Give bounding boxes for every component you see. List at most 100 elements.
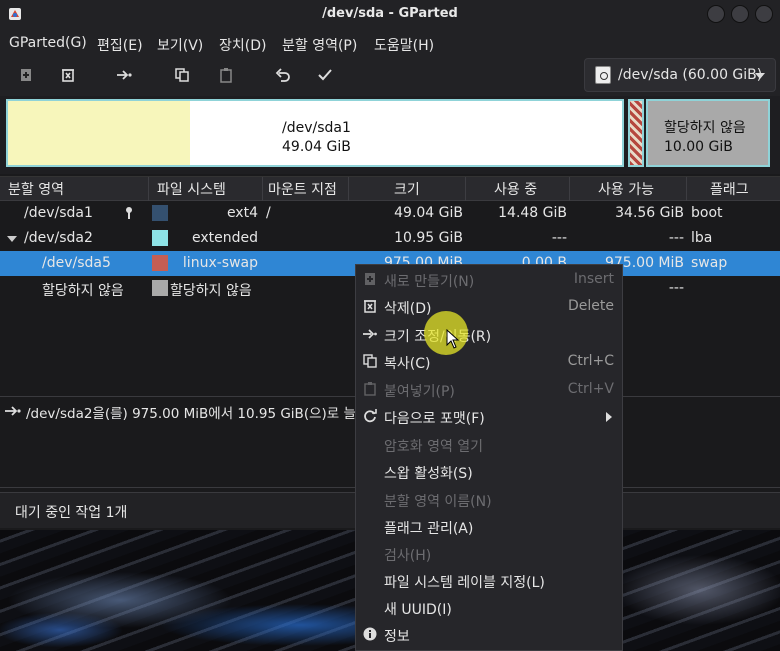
new-partition-button[interactable] (16, 65, 36, 85)
new-icon (21, 69, 31, 81)
checkmark-icon (318, 69, 332, 81)
table-row[interactable]: /dev/sda2 extended 10.95 GiB --- --- lba (0, 226, 780, 251)
format-icon (364, 409, 377, 423)
paste-icon (364, 382, 376, 396)
cell-filesystem: 할당하지 않음 (170, 283, 252, 299)
cell-used: --- (551, 230, 567, 246)
diskmap-unallocated-name: 할당하지 않음 (664, 120, 746, 136)
table-header: 분할 영역 파일 시스템 마운트 지점 크기 사용 중 사용 가능 플래그 (0, 177, 780, 201)
delete-partition-button[interactable] (58, 65, 78, 85)
chevron-right-icon (606, 412, 612, 422)
menu-edit[interactable]: 편집(E) (97, 35, 143, 55)
partition-context-menu: 새로 만들기(N) Insert 삭제(D) Delete 크기 조정/이동(R… (355, 264, 623, 651)
cell-partition: /dev/sda2 (24, 230, 93, 246)
delete-icon (364, 300, 376, 313)
cell-filesystem: extended (191, 230, 258, 246)
device-selector-label: /dev/sda (60.00 GiB) (618, 67, 763, 83)
menu-help[interactable]: 도움말(H) (374, 35, 434, 55)
column-header-available[interactable]: 사용 가능 (598, 179, 654, 199)
column-header-mountpoint[interactable]: 마운트 지점 (268, 179, 337, 199)
cell-flags: boot (691, 205, 723, 221)
copy-icon (175, 68, 189, 82)
filesystem-color-swatch (152, 230, 168, 246)
menu-gparted[interactable]: GParted(G) (9, 35, 87, 51)
menu-item-format-to[interactable]: 다음으로 포맷(F) (356, 403, 622, 430)
diskmap-partition-sda1[interactable]: /dev/sda1 49.04 GiB (6, 99, 624, 167)
menu-device[interactable]: 장치(D) (219, 35, 266, 55)
paste-button[interactable] (216, 65, 236, 85)
table-row[interactable]: /dev/sda1 ext4 / 49.04 GiB 14.48 GiB 34.… (0, 201, 780, 226)
menu-bar: GParted(G) 편집(E) 보기(V) 장치(D) 분할 영역(P) 도움… (0, 30, 780, 56)
undo-icon (275, 68, 290, 82)
menu-item-resize-move[interactable]: 크기 조정/이동(R) (356, 321, 622, 348)
cell-size: 49.04 GiB (394, 205, 463, 221)
cell-size: 10.95 GiB (394, 230, 463, 246)
column-header-size[interactable]: 크기 (394, 179, 420, 199)
diskmap-unallocated[interactable]: 할당하지 않음 10.00 GiB (646, 99, 770, 167)
cell-available: --- (668, 280, 684, 296)
diskmap-partition-name: /dev/sda1 (282, 120, 351, 136)
menu-item-label-filesystem[interactable]: 파일 시스템 레이블 지정(L) (356, 567, 622, 594)
device-selector[interactable]: /dev/sda (60.00 GiB) (584, 58, 776, 92)
chevron-down-icon (755, 73, 765, 79)
menu-item-information[interactable]: 정보 (356, 621, 622, 648)
minimize-button[interactable] (707, 5, 725, 23)
delete-icon (62, 69, 74, 82)
diskmap-used-space (8, 101, 190, 165)
close-button[interactable] (755, 5, 773, 23)
copy-icon (363, 354, 377, 368)
cell-partition: /dev/sda1 (24, 205, 93, 221)
diskmap-partition-size: 49.04 GiB (282, 139, 351, 155)
menu-item-partition-name[interactable]: 분할 영역 이름(N) (356, 486, 622, 513)
menu-item-swapon[interactable]: 스왑 활성화(S) (356, 458, 622, 485)
diskmap-partition-sda2[interactable] (628, 99, 644, 167)
paste-icon (220, 68, 232, 83)
menu-view[interactable]: 보기(V) (157, 35, 203, 55)
cell-flags: swap (691, 255, 728, 271)
cell-used: 14.48 GiB (498, 205, 567, 221)
window-title: /dev/sda - GParted (322, 6, 458, 21)
expander-icon[interactable] (7, 236, 17, 242)
menu-item-open-encryption[interactable]: 암호화 영역 열기 (356, 431, 622, 458)
column-header-filesystem[interactable]: 파일 시스템 (157, 179, 226, 199)
cell-filesystem: linux-swap (182, 255, 258, 271)
resize-icon (363, 329, 377, 339)
filesystem-color-swatch (152, 205, 168, 221)
column-header-partition[interactable]: 분할 영역 (8, 179, 64, 199)
diskmap-unallocated-size: 10.00 GiB (664, 139, 733, 155)
menu-item-check[interactable]: 검사(H) (356, 540, 622, 567)
cell-flags: lba (691, 230, 713, 246)
menu-item-manage-flags[interactable]: 플래그 관리(A) (356, 513, 622, 540)
resize-move-button[interactable] (114, 65, 134, 85)
copy-button[interactable] (172, 65, 192, 85)
cell-mountpoint: / (266, 205, 271, 221)
cell-available: --- (668, 230, 684, 246)
menu-item-new-uuid[interactable]: 새 UUID(I) (356, 594, 622, 621)
cell-available: 34.56 GiB (615, 205, 684, 221)
apply-button[interactable] (315, 65, 335, 85)
new-icon (365, 273, 375, 285)
cell-partition: /dev/sda5 (42, 255, 111, 271)
info-icon (363, 627, 377, 641)
undo-button[interactable] (273, 65, 293, 85)
menu-item-new[interactable]: 새로 만들기(N) Insert (356, 266, 622, 293)
menu-item-copy[interactable]: 복사(C) Ctrl+C (356, 348, 622, 375)
cell-filesystem: ext4 (226, 205, 258, 221)
status-text: 대기 중인 작업 1개 (15, 505, 128, 521)
cell-partition: 할당하지 않음 (42, 283, 124, 299)
key-icon (126, 207, 132, 219)
column-header-used[interactable]: 사용 중 (494, 179, 537, 199)
maximize-button[interactable] (731, 5, 749, 23)
title-bar: /dev/sda - GParted (0, 0, 780, 30)
filesystem-color-swatch (152, 255, 168, 271)
disk-map: /dev/sda1 49.04 GiB 할당하지 않음 10.00 GiB (0, 96, 780, 174)
menu-item-delete[interactable]: 삭제(D) Delete (356, 293, 622, 320)
filesystem-color-swatch (152, 280, 168, 296)
pending-operation-text: /dev/sda2을(를) 975.00 MiB에서 10.95 GiB(으)로… (26, 406, 366, 422)
menu-item-paste[interactable]: 붙여넣기(P) Ctrl+V (356, 376, 622, 403)
column-header-flags[interactable]: 플래그 (710, 179, 749, 199)
resize-icon (117, 70, 132, 80)
disk-icon (595, 66, 611, 84)
resize-icon (5, 406, 21, 416)
menu-partition[interactable]: 분할 영역(P) (282, 35, 357, 55)
